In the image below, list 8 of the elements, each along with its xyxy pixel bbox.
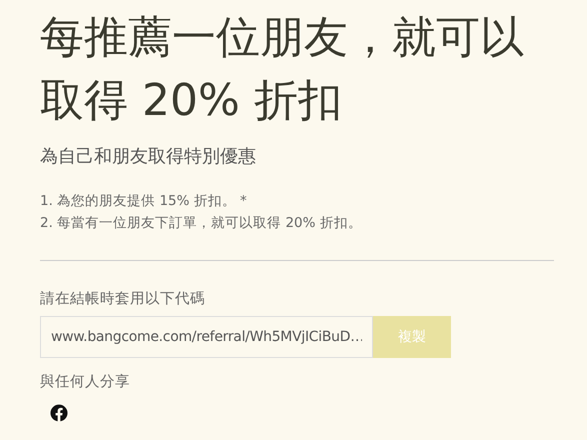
share-label: 與任何人分享	[40, 372, 131, 391]
subtitle: 為自己和朋友取得特別優惠	[40, 145, 257, 168]
facebook-icon[interactable]	[49, 403, 69, 423]
benefit-text: 2. 每當有一位朋友下訂單，就可以取得 20% 折扣。	[40, 214, 363, 233]
page-title: 每推薦一位朋友，就可以取得 20% 折扣	[40, 11, 525, 128]
referral-link-field[interactable]: www.bangcome.com/referral/Wh5MVjICiBuD…	[40, 316, 373, 358]
benefit-text: 1. 為您的朋友提供 15% 折扣。 *	[40, 192, 248, 211]
code-label: 請在結帳時套用以下代碼	[40, 290, 206, 308]
